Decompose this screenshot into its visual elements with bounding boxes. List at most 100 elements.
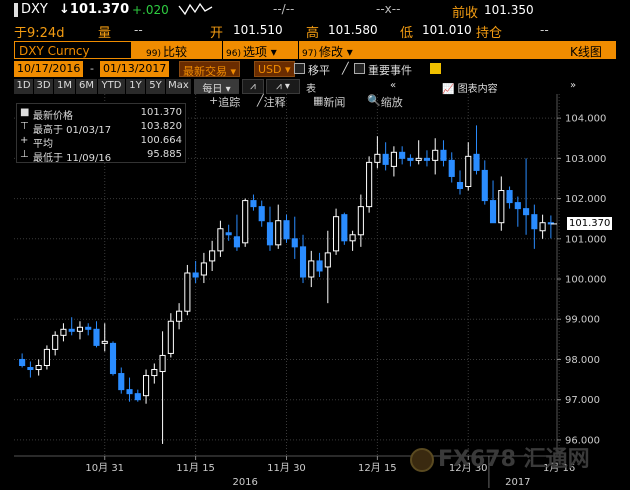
candle-body <box>366 161 373 208</box>
annotate-button[interactable]: ╱ 注释 <box>257 94 286 109</box>
candle-body <box>209 250 216 262</box>
period-1m[interactable]: 1M <box>54 79 76 94</box>
candle-body <box>217 228 224 252</box>
y-tick-label: 98.000 <box>565 355 600 366</box>
low-value: 101.010 <box>422 23 472 37</box>
compare-button[interactable]: 99) 比较 <box>146 41 187 59</box>
candle-body <box>35 365 42 371</box>
period-bar: 1D 3D 1M 6M YTD 1Y 5Y Max 每日 ▾ ⩘ ⩘ ▾ 表 «… <box>14 79 616 95</box>
y-tick-label: 102.000 <box>565 194 606 205</box>
expand-icon[interactable]: » <box>570 79 576 94</box>
candle-body <box>27 367 34 371</box>
open-value: 101.510 <box>233 23 283 37</box>
candle-body <box>151 369 158 377</box>
legend-average: + 平均 100.664 <box>20 135 182 150</box>
events-label: 重要事件 <box>368 64 412 77</box>
candle-body <box>481 169 488 202</box>
open-label: 开 <box>210 26 224 41</box>
pen-icon[interactable]: ╱ <box>342 61 349 77</box>
period-6m[interactable]: 6M <box>76 79 98 94</box>
candle-body <box>539 222 546 232</box>
options-button[interactable]: 96) 选项 ▾ <box>226 41 277 59</box>
position-label: 持仓 <box>476 26 503 41</box>
size: --x-- <box>376 2 401 16</box>
news-button[interactable]: ▦ 新闻 <box>313 94 345 109</box>
frequency-dropdown[interactable]: 每日 ▾ <box>194 79 240 95</box>
candle-body <box>242 200 249 244</box>
quote-bar: DXY ↓101.370 +.020 --/-- --x-- 前收 101.35… <box>0 0 630 21</box>
function-bar: DXY Curncy 99) 比较 96) 选项 ▾ 97) 修改 ▾ K线图 <box>14 41 616 59</box>
candle-body <box>93 328 100 346</box>
period-1d[interactable]: 1D <box>14 79 34 94</box>
candle-body <box>291 238 298 248</box>
candle-body <box>333 216 340 252</box>
zoom-button[interactable]: 🔍 缩放 <box>367 94 403 109</box>
candle-body <box>85 326 92 330</box>
period-1y[interactable]: 1Y <box>126 79 146 94</box>
track-button[interactable]: + 追踪 <box>209 94 240 109</box>
currency-dropdown[interactable]: USD ▾ <box>254 61 295 77</box>
events-checkbox[interactable] <box>354 63 365 74</box>
candle-body <box>68 328 75 332</box>
candle-body <box>514 202 521 210</box>
security-input[interactable]: DXY Curncy <box>14 41 132 59</box>
candle-body <box>76 326 84 332</box>
candle-body <box>118 373 125 391</box>
edit-button[interactable]: 97) 修改 ▾ <box>302 41 353 59</box>
candle-body <box>109 342 117 375</box>
candle-body <box>233 236 240 248</box>
candle-body <box>225 232 232 236</box>
candle-body <box>43 348 50 367</box>
price-chart[interactable]: 104.000 103.000 102.000 101.000 100.000 99.00… <box>14 94 616 490</box>
high-label: 高 <box>306 26 320 41</box>
last-trade-dropdown[interactable]: 最新交易 ▾ <box>179 61 241 78</box>
candle-body <box>126 389 133 395</box>
y-tick-label: 101.000 <box>565 234 606 245</box>
quote-detail-bar: 于9:24d 量 -- 开 101.510 高 101.580 低 101.01… <box>0 20 630 41</box>
period-5y[interactable]: 5Y <box>146 79 166 94</box>
candle-body <box>489 200 497 224</box>
y-tick-label: 99.000 <box>565 315 600 326</box>
candle-body <box>275 220 282 246</box>
ticker-marker <box>14 3 18 17</box>
x-tick-label: 12月 15 <box>358 462 397 474</box>
start-date-field[interactable]: 10/17/2016 <box>14 61 84 77</box>
y-tick-label: 100.000 <box>565 275 606 286</box>
last-price: ↓101.370 <box>59 2 130 17</box>
candle-body <box>456 181 464 190</box>
events-settings-icon[interactable] <box>430 63 441 74</box>
prev-close-label: 前收 <box>452 6 479 21</box>
last-price-tag: 101.370 <box>567 216 613 230</box>
x-tick-label: 11月 30 <box>267 462 306 474</box>
candle-body <box>176 310 183 322</box>
y-tick-label: 104.000 <box>565 114 606 125</box>
smooth-checkbox[interactable] <box>294 63 305 74</box>
candle-body <box>192 272 199 278</box>
legend-last-price: ■ 最新价格 101.370 <box>20 107 182 122</box>
candle-body <box>498 190 505 224</box>
end-date-field[interactable]: 01/13/2017 <box>100 61 170 77</box>
watermark-logo: FX678 汇通网 <box>410 441 590 472</box>
candle-body <box>266 222 274 246</box>
collapse-icon[interactable]: « <box>390 79 396 94</box>
candle-body <box>184 272 191 312</box>
line-chart-icon[interactable]: ⩘ <box>242 79 264 94</box>
volume-label: 量 <box>98 26 112 41</box>
chart-type-dropdown[interactable]: ⩘ ▾ <box>266 79 300 94</box>
chart-content-button[interactable]: 📈 图表内容 <box>442 79 498 95</box>
candle-body <box>324 252 331 268</box>
price-change: +.020 <box>132 3 169 17</box>
position-value: -- <box>540 23 549 37</box>
candle-body <box>465 155 472 188</box>
period-max[interactable]: Max <box>166 79 192 94</box>
legend-low: ⊥ 最低于 11/09/16 95.885 <box>20 149 182 164</box>
period-3d[interactable]: 3D <box>34 79 54 94</box>
candle-body <box>399 151 406 159</box>
candle-body <box>159 354 166 373</box>
period-ytd[interactable]: YTD <box>98 79 126 94</box>
candle-body <box>60 328 67 336</box>
table-button[interactable]: 表 <box>306 79 316 95</box>
candle-body <box>101 340 108 344</box>
date-range-dash: - <box>90 62 94 75</box>
ticker-symbol[interactable]: DXY <box>21 2 48 17</box>
